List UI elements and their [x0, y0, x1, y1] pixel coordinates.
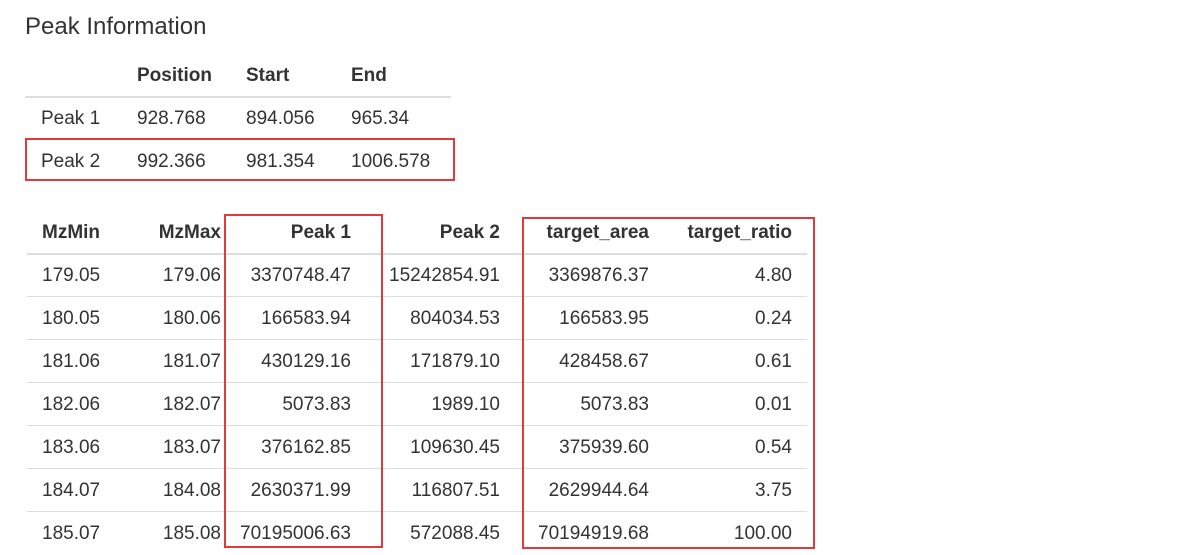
- table-cell: 183.06: [42, 437, 101, 458]
- table-cell: 804034.53: [410, 308, 500, 329]
- table-cell: 171879.10: [410, 351, 500, 372]
- table-cell: 179.05: [42, 265, 101, 286]
- table-cell: 965.34: [351, 108, 410, 129]
- table-cell: 179.06: [162, 265, 221, 286]
- table-cell: 185.08: [162, 523, 221, 544]
- table-cell: 185.07: [42, 523, 101, 544]
- table-cell: 181.07: [162, 351, 221, 372]
- table-cell: 928.768: [137, 108, 206, 129]
- table-cell: 184.07: [42, 480, 101, 501]
- table-cell: 181.06: [42, 351, 101, 372]
- column-header: MzMax: [158, 222, 221, 243]
- column-header: End: [351, 65, 387, 86]
- table-cell: 109630.45: [410, 437, 500, 458]
- highlight-box-target-columns: [522, 217, 815, 549]
- table-cell: 180.05: [42, 308, 101, 329]
- table-cell: 1989.10: [431, 394, 500, 415]
- table-cell: 116807.51: [411, 480, 500, 501]
- column-header: Position: [137, 65, 212, 86]
- column-header: MzMin: [42, 222, 101, 243]
- column-header: Start: [246, 65, 290, 86]
- highlight-box-peak-2-row: [25, 138, 455, 181]
- table-cell: 182.06: [42, 394, 101, 415]
- table-cell: 572088.45: [410, 523, 500, 544]
- table-cell: 15242854.91: [389, 265, 500, 286]
- highlight-box-peak-1-column: [224, 214, 383, 548]
- page-title: Peak Information: [25, 13, 207, 40]
- column-header: [41, 54, 121, 97]
- table-cell: 184.08: [162, 480, 221, 501]
- table-cell: 180.06: [162, 308, 221, 329]
- column-header: Peak 2: [439, 222, 500, 243]
- table-cell: 182.07: [162, 394, 221, 415]
- row-label: Peak 1: [41, 108, 101, 129]
- table-cell: 183.07: [162, 437, 221, 458]
- table-cell: 894.056: [246, 108, 315, 129]
